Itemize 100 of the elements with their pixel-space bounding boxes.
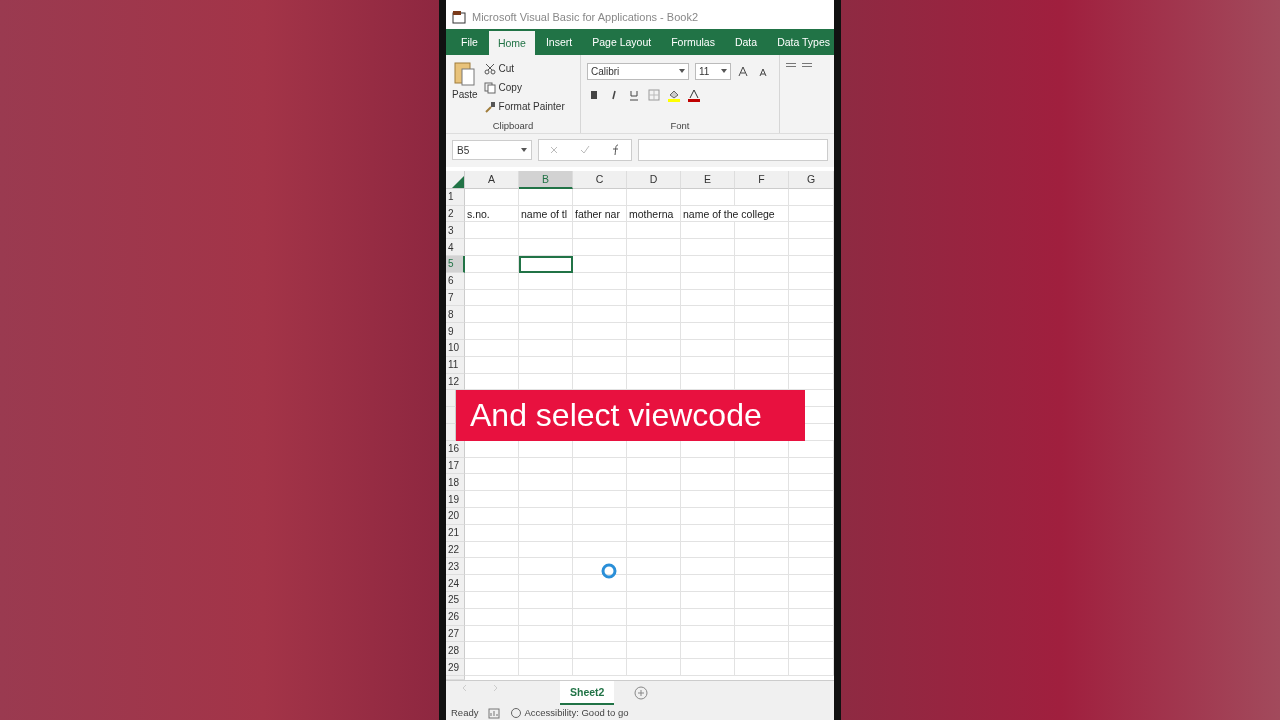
grid-cell[interactable] <box>735 289 789 307</box>
grid-cell[interactable] <box>519 591 573 609</box>
grid-cell[interactable] <box>735 256 789 273</box>
grid-cell[interactable] <box>573 558 627 576</box>
grid-cell[interactable] <box>789 289 834 307</box>
row-header[interactable] <box>446 407 456 424</box>
grid-cell[interactable] <box>627 491 681 508</box>
grid-cell[interactable] <box>789 356 834 374</box>
paste-button[interactable]: Paste <box>452 59 478 120</box>
grid-cell[interactable] <box>735 608 789 626</box>
grid-cell[interactable] <box>573 239 627 256</box>
grid-cell[interactable] <box>627 474 681 492</box>
row-header[interactable]: 19 <box>446 491 465 508</box>
grid-cell[interactable] <box>465 608 519 626</box>
grid-cell[interactable] <box>735 356 789 374</box>
grid-cell[interactable] <box>627 558 681 576</box>
row-header[interactable]: 18 <box>446 474 465 492</box>
grid-cell[interactable] <box>789 256 834 273</box>
grid-cell[interactable] <box>465 491 519 508</box>
name-box[interactable]: B5 <box>452 140 532 161</box>
grid-cell[interactable] <box>465 289 519 307</box>
grid-cell[interactable] <box>681 239 735 256</box>
grid-cell[interactable] <box>681 558 735 576</box>
grid-cell[interactable] <box>519 323 573 340</box>
grid-cell[interactable] <box>627 356 681 374</box>
cut-button[interactable]: Cut <box>483 59 565 79</box>
grid-cell[interactable] <box>627 323 681 340</box>
ribbon-tab[interactable]: File <box>452 29 487 56</box>
grid-cell[interactable] <box>789 558 834 576</box>
grid-cell[interactable]: name of the college <box>681 205 789 223</box>
grid-cell[interactable] <box>519 306 573 324</box>
column-header[interactable]: G <box>789 170 834 189</box>
grid-cell[interactable] <box>627 524 681 542</box>
grid-cell[interactable] <box>573 272 627 290</box>
grid-cell[interactable] <box>681 188 735 206</box>
row-header[interactable]: 24 <box>446 575 465 592</box>
grid-cell[interactable] <box>735 575 789 592</box>
grid-cell[interactable] <box>573 491 627 508</box>
grid-cell[interactable] <box>681 642 735 660</box>
grid-cell[interactable] <box>627 272 681 290</box>
grid-cell[interactable] <box>681 659 735 676</box>
grid-cell[interactable] <box>735 188 789 206</box>
grid-cell[interactable] <box>465 575 519 592</box>
grid-cell[interactable] <box>519 440 573 458</box>
grid-cell[interactable] <box>573 524 627 542</box>
grid-cell[interactable] <box>573 507 627 525</box>
font-size-field[interactable]: 11 <box>695 62 731 80</box>
row-header[interactable]: 28 <box>446 642 465 660</box>
grid-cell[interactable] <box>519 541 573 559</box>
grid-cell[interactable] <box>789 323 834 340</box>
column-header[interactable]: E <box>681 170 735 189</box>
grid-cell[interactable] <box>465 558 519 576</box>
grid-cell[interactable]: father nar <box>573 205 627 223</box>
grid-cell[interactable] <box>465 323 519 340</box>
grid-cell[interactable] <box>681 491 735 508</box>
grid-cell[interactable] <box>789 474 834 492</box>
grid-cell[interactable] <box>573 541 627 559</box>
grid-cell[interactable] <box>519 524 573 542</box>
grid-cell[interactable] <box>519 642 573 660</box>
grid-cell[interactable] <box>519 188 573 206</box>
grid-cell[interactable] <box>465 188 519 206</box>
grid-cell[interactable]: s.no. <box>465 205 519 223</box>
grid-cell[interactable] <box>465 340 519 357</box>
grid-cell[interactable] <box>627 659 681 676</box>
grid-cell[interactable] <box>573 591 627 609</box>
grid-cell[interactable] <box>573 608 627 626</box>
row-header[interactable]: 29 <box>446 659 465 676</box>
grid-cell[interactable] <box>681 591 735 609</box>
column-header[interactable]: B <box>519 170 573 189</box>
grid-cell[interactable] <box>681 507 735 525</box>
grid-cell[interactable] <box>519 659 573 676</box>
grid-cell[interactable] <box>465 474 519 492</box>
ribbon-tab[interactable]: Data <box>725 29 767 56</box>
grid-cell[interactable] <box>573 256 627 273</box>
grid-cell[interactable] <box>789 188 834 206</box>
grid-cell[interactable] <box>573 625 627 643</box>
grid-cell[interactable] <box>627 306 681 324</box>
grid-cell[interactable] <box>735 239 789 256</box>
grid-cell[interactable] <box>681 340 735 357</box>
column-header[interactable]: C <box>573 170 627 189</box>
copy-button[interactable]: Copy <box>483 78 565 98</box>
row-header[interactable]: 4 <box>446 239 465 256</box>
formula-field[interactable] <box>638 139 828 162</box>
grid-cell[interactable] <box>627 541 681 559</box>
grid-cell[interactable] <box>789 591 834 609</box>
grid-cell[interactable] <box>465 272 519 290</box>
column-header[interactable]: F <box>735 170 789 189</box>
grid-cell[interactable] <box>465 457 519 475</box>
grid-cell[interactable] <box>573 306 627 324</box>
grid-cell[interactable] <box>465 541 519 559</box>
grid-cell[interactable] <box>573 188 627 206</box>
ribbon-tab[interactable]: Data Types <box>768 29 834 56</box>
grid-cell[interactable] <box>735 222 789 240</box>
select-all-button[interactable] <box>446 170 465 189</box>
grid-cell[interactable] <box>465 239 519 256</box>
grid-cell[interactable] <box>735 642 789 660</box>
grid-cell[interactable] <box>627 608 681 626</box>
grid-cell[interactable] <box>465 591 519 609</box>
grid-cell[interactable] <box>735 558 789 576</box>
grid-cell[interactable] <box>681 524 735 542</box>
